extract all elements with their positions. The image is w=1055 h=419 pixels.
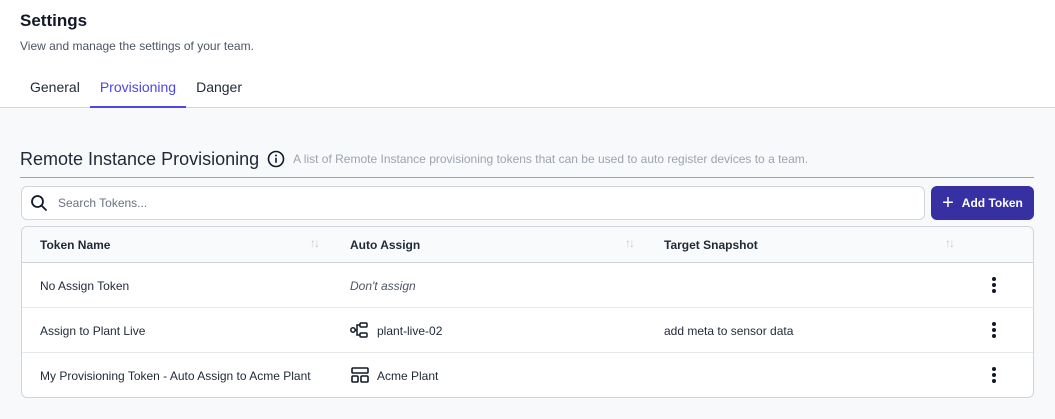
- tab-provisioning[interactable]: Provisioning: [89, 70, 187, 108]
- tab-danger[interactable]: Danger: [186, 70, 252, 108]
- section-header: Remote Instance Provisioning A list of R…: [20, 148, 1034, 178]
- table-header: Token Name ↑↓ Auto Assign ↑↓ Target Snap…: [22, 227, 1033, 263]
- tab-general[interactable]: General: [20, 70, 90, 108]
- sort-icon[interactable]: ↑↓: [310, 236, 320, 250]
- auto-assign-value: Don't assign: [350, 279, 416, 293]
- auto-assign-value: plant-live-02: [377, 324, 443, 338]
- row-actions-kebab-icon[interactable]: [986, 365, 1002, 385]
- settings-tabs: General Provisioning Danger: [20, 70, 252, 108]
- search-input[interactable]: [58, 196, 918, 210]
- token-name: Assign to Plant Live: [40, 324, 146, 338]
- target-snapshot-value: add meta to sensor data: [664, 324, 794, 338]
- pipeline-icon: [350, 322, 368, 338]
- sort-icon[interactable]: ↑↓: [625, 236, 635, 250]
- plus-icon: +: [942, 192, 954, 214]
- application-icon: [351, 367, 369, 383]
- tokens-table: Token Name ↑↓ Auto Assign ↑↓ Target Snap…: [21, 226, 1034, 398]
- auto-assign-value: Acme Plant: [377, 369, 439, 383]
- table-row: My Provisioning Token - Auto Assign to A…: [22, 353, 1033, 397]
- sort-icon[interactable]: ↑↓: [945, 236, 955, 250]
- column-header-token-name[interactable]: Token Name: [40, 238, 110, 252]
- main-content: Remote Instance Provisioning A list of R…: [0, 108, 1055, 419]
- page-header: Settings View and manage the settings of…: [0, 0, 1055, 108]
- page-title: Settings: [20, 11, 88, 30]
- search-box[interactable]: [21, 186, 925, 220]
- table-row: No Assign Token Don't assign: [22, 263, 1033, 308]
- table-row: Assign to Plant Live plant-live-02 add m…: [22, 308, 1033, 353]
- add-token-button[interactable]: + Add Token: [931, 186, 1034, 220]
- section-description: A list of Remote Instance provisioning t…: [293, 152, 809, 166]
- row-actions-kebab-icon[interactable]: [986, 275, 1002, 295]
- add-token-label: Add Token: [961, 196, 1023, 210]
- column-header-auto-assign[interactable]: Auto Assign: [350, 238, 420, 252]
- token-name: No Assign Token: [40, 279, 130, 293]
- section-title: Remote Instance Provisioning: [20, 149, 260, 169]
- info-circle-icon[interactable]: [267, 150, 285, 168]
- page-subtitle: View and manage the settings of your tea…: [20, 39, 254, 53]
- token-name: My Provisioning Token - Auto Assign to A…: [40, 369, 311, 383]
- column-header-target-snapshot[interactable]: Target Snapshot: [664, 238, 758, 252]
- row-actions-kebab-icon[interactable]: [986, 320, 1002, 340]
- search-icon: [31, 195, 47, 211]
